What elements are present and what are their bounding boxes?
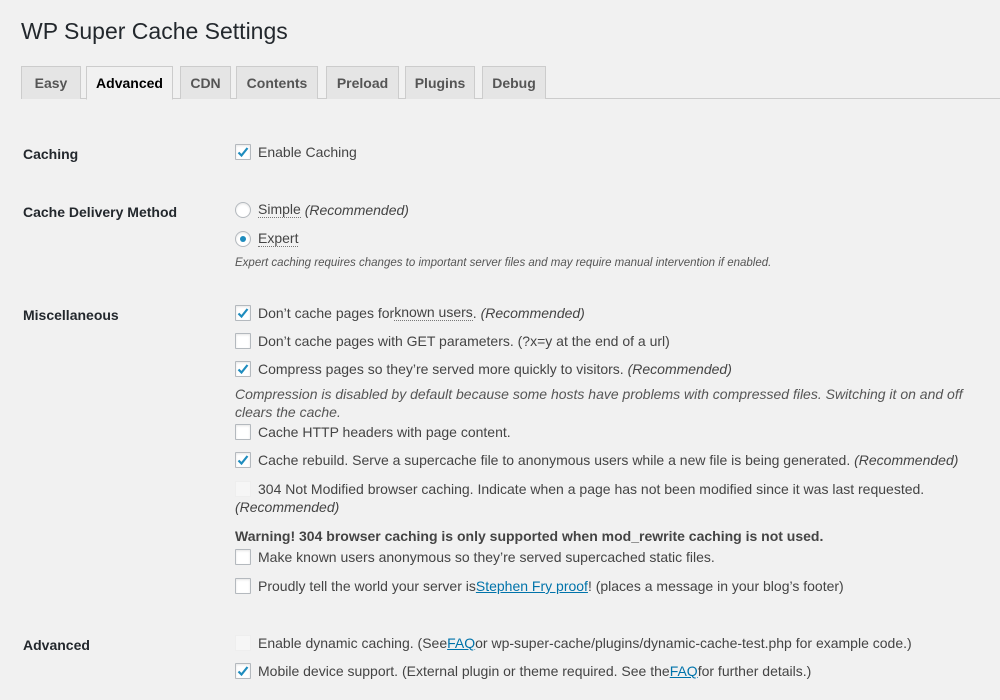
tab-label: CDN <box>190 75 221 91</box>
tab-contents[interactable]: Contents <box>236 66 318 99</box>
enable-caching-option[interactable]: Enable Caching <box>235 144 357 160</box>
known-users-suffix: . <box>472 304 477 321</box>
mobile-support-checkbox[interactable] <box>235 663 251 679</box>
compress-description-line: clears the cache. <box>235 404 341 420</box>
dynamic-caching-checkbox[interactable] <box>235 635 251 651</box>
recommended-note: (Recommended) <box>304 201 409 218</box>
compress-checkbox[interactable] <box>235 361 251 377</box>
compress-description-line: Compression is disabled by default becau… <box>235 386 963 402</box>
anonymous-users-label: Make known users anonymous so they’re se… <box>258 549 715 565</box>
cache-rebuild-label: Cache rebuild. Serve a supercache file t… <box>258 452 851 468</box>
cache-delivery-label: Cache Delivery Method <box>23 204 178 220</box>
tab-cdn[interactable]: CDN <box>180 66 231 99</box>
known-users-term: known users <box>394 304 473 321</box>
mobile-support-suffix: for further details.) <box>697 663 812 679</box>
tab-label: Contents <box>246 75 308 91</box>
cache-rebuild-option[interactable]: Cache rebuild. Serve a supercache file t… <box>235 452 958 468</box>
caching-label: Caching <box>23 146 79 162</box>
checkmark-icon <box>237 455 249 466</box>
expert-description: Expert caching requires changes to impor… <box>235 257 772 269</box>
tab-advanced[interactable]: Advanced <box>86 66 173 100</box>
stephen-fry-suffix: ! (places a message in your blog’s foote… <box>587 578 844 594</box>
delivery-expert-radio[interactable] <box>235 230 251 247</box>
delivery-expert-label: Expert <box>258 230 299 247</box>
not-modified-option[interactable]: 304 Not Modified browser caching. Indica… <box>235 481 924 497</box>
mobile-support-text: Mobile device support. (External plugin … <box>258 663 670 679</box>
checkmark-icon <box>237 666 249 677</box>
compress-label: Compress pages so they’re served more qu… <box>258 361 624 377</box>
known-users-text: Don’t cache pages for <box>258 304 395 321</box>
get-params-option[interactable]: Don’t cache pages with GET parameters. (… <box>235 333 670 349</box>
delivery-simple-label: Simple <box>258 201 301 218</box>
known-users-option[interactable]: Don’t cache pages for known users. (Reco… <box>235 304 585 321</box>
dynamic-caching-suffix: or wp-super-cache/plugins/dynamic-cache-… <box>475 635 912 651</box>
get-params-checkbox[interactable] <box>235 333 251 349</box>
recommended-note: (Recommended) <box>627 361 732 377</box>
stephen-fry-checkbox[interactable] <box>235 578 251 594</box>
anonymous-users-option[interactable]: Make known users anonymous so they’re se… <box>235 549 715 565</box>
faq-link[interactable]: FAQ <box>670 663 698 679</box>
compress-description: Compression is disabled by default becau… <box>235 385 963 421</box>
settings-page: WP Super Cache Settings Easy Advanced CD… <box>0 0 1000 700</box>
mobile-support-option[interactable]: Mobile device support. (External plugin … <box>235 663 811 679</box>
enable-caching-label: Enable Caching <box>258 144 357 160</box>
faq-link[interactable]: FAQ <box>447 635 475 651</box>
anonymous-users-checkbox[interactable] <box>235 549 251 565</box>
checkmark-icon <box>237 147 249 158</box>
tab-label: Preload <box>336 75 389 91</box>
delivery-expert-option[interactable]: Expert <box>235 230 299 247</box>
http-headers-option[interactable]: Cache HTTP headers with page content. <box>235 424 511 440</box>
cache-rebuild-checkbox[interactable] <box>235 452 251 468</box>
stephen-fry-option[interactable]: Proudly tell the world your server is St… <box>235 578 844 594</box>
delivery-simple-option[interactable]: Simple (Recommended) <box>235 201 409 218</box>
tab-easy[interactable]: Easy <box>21 66 81 99</box>
tab-bar: Easy Advanced CDN Contents Preload Plugi… <box>21 66 1000 100</box>
tab-plugins[interactable]: Plugins <box>405 66 475 99</box>
checkmark-icon <box>237 364 249 375</box>
tab-label: Advanced <box>96 75 163 91</box>
not-modified-checkbox[interactable] <box>235 481 251 497</box>
checkmark-icon <box>237 307 249 318</box>
tab-label: Plugins <box>414 75 466 91</box>
recommended-note: (Recommended) <box>480 304 585 321</box>
stephen-fry-link[interactable]: Stephen Fry proof <box>476 578 588 594</box>
get-params-label: Don’t cache pages with GET parameters. (… <box>258 333 670 349</box>
dynamic-caching-option[interactable]: Enable dynamic caching. (See FAQ or wp-s… <box>235 635 912 651</box>
miscellaneous-label: Miscellaneous <box>23 307 119 323</box>
tab-label: Easy <box>34 75 68 91</box>
advanced-label: Advanced <box>23 637 90 653</box>
compress-option[interactable]: Compress pages so they’re served more qu… <box>235 361 732 377</box>
enable-caching-checkbox[interactable] <box>235 144 251 160</box>
http-headers-checkbox[interactable] <box>235 424 251 440</box>
stephen-fry-text: Proudly tell the world your server is <box>258 578 476 594</box>
dynamic-caching-text: Enable dynamic caching. (See <box>258 635 448 651</box>
warning-304-text: Warning! 304 browser caching is only sup… <box>235 528 824 544</box>
tab-preload[interactable]: Preload <box>326 66 399 99</box>
not-modified-label: 304 Not Modified browser caching. Indica… <box>258 481 925 497</box>
recommended-note: (Recommended) <box>854 452 959 468</box>
delivery-simple-radio[interactable] <box>235 201 251 218</box>
tab-debug[interactable]: Debug <box>482 66 546 99</box>
tab-label: Debug <box>492 75 536 91</box>
http-headers-label: Cache HTTP headers with page content. <box>258 424 511 440</box>
page-title: WP Super Cache Settings <box>21 18 288 44</box>
known-users-checkbox[interactable] <box>235 304 251 321</box>
not-modified-recommended-note: (Recommended) <box>235 499 340 515</box>
